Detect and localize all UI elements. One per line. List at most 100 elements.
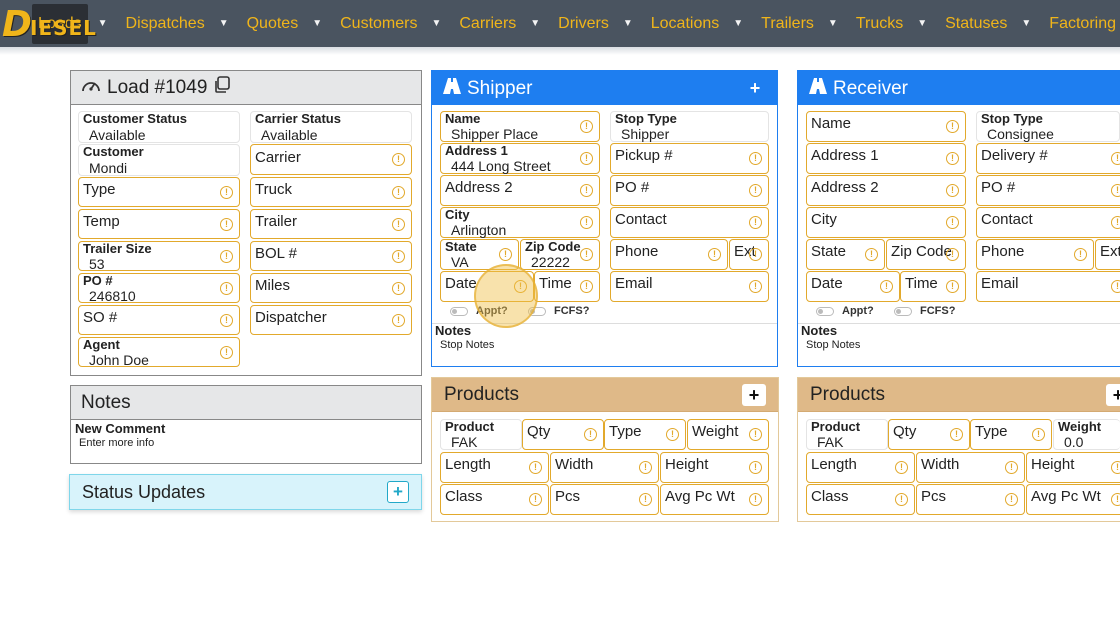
temp-field[interactable]: Temp ! bbox=[78, 209, 240, 239]
type-field[interactable]: Type ! bbox=[78, 177, 240, 207]
shipper-address1-field[interactable]: Address 1 444 Long Street ! bbox=[440, 143, 600, 174]
shipper-notes-input[interactable]: Stop Notes bbox=[440, 339, 494, 351]
info-icon[interactable]: ! bbox=[580, 216, 593, 229]
toggle-switch[interactable] bbox=[816, 306, 834, 316]
so-field[interactable]: SO # ! bbox=[78, 305, 240, 335]
info-icon[interactable]: ! bbox=[639, 461, 652, 474]
info-icon[interactable]: ! bbox=[584, 428, 597, 441]
info-icon[interactable]: ! bbox=[1111, 152, 1120, 165]
status-updates-card[interactable]: Status Updates + bbox=[69, 474, 422, 510]
info-icon[interactable]: ! bbox=[946, 216, 959, 229]
receiver-appt-toggle[interactable]: Appt? bbox=[816, 305, 874, 317]
info-icon[interactable]: ! bbox=[946, 280, 959, 293]
chevron-down-icon[interactable]: ▼ bbox=[98, 18, 108, 29]
customer-status-field[interactable]: Customer Status Available bbox=[78, 111, 240, 143]
nav-item-trucks[interactable]: Trucks ▼ bbox=[846, 0, 935, 47]
receiver-state-field[interactable]: State ! bbox=[806, 239, 885, 270]
info-icon[interactable]: ! bbox=[580, 152, 593, 165]
new-comment-input[interactable]: Enter more info bbox=[79, 437, 154, 449]
info-icon[interactable]: ! bbox=[895, 461, 908, 474]
shipper-name-field[interactable]: Name Shipper Place ! bbox=[440, 111, 600, 142]
info-icon[interactable]: ! bbox=[580, 184, 593, 197]
width-field[interactable]: Width ! bbox=[916, 452, 1025, 483]
info-icon[interactable]: ! bbox=[499, 248, 512, 261]
info-icon[interactable]: ! bbox=[529, 493, 542, 506]
receiver-address2-field[interactable]: Address 2 ! bbox=[806, 175, 966, 206]
weight-field[interactable]: Weight 0.0 bbox=[1053, 419, 1120, 450]
carrier-status-field[interactable]: Carrier Status Available bbox=[250, 111, 412, 143]
info-icon[interactable]: ! bbox=[1111, 493, 1120, 506]
add-product-button[interactable]: + bbox=[1106, 384, 1120, 406]
customer-field[interactable]: Customer Mondi bbox=[78, 144, 240, 176]
diesel-logo[interactable]: D IESEL bbox=[0, 0, 96, 47]
toggle-switch[interactable] bbox=[528, 306, 546, 316]
info-icon[interactable]: ! bbox=[220, 346, 233, 359]
shipper-address2-field[interactable]: Address 2 ! bbox=[440, 175, 600, 206]
info-icon[interactable]: ! bbox=[946, 152, 959, 165]
length-field[interactable]: Length ! bbox=[440, 452, 549, 483]
carrier-field[interactable]: Carrier ! bbox=[250, 144, 412, 175]
length-field[interactable]: Length ! bbox=[806, 452, 915, 483]
height-field[interactable]: Height ! bbox=[660, 452, 769, 483]
nav-item-statuses[interactable]: Statuses ▼ bbox=[935, 0, 1039, 47]
receiver-ext-field[interactable]: Ext bbox=[1095, 239, 1120, 270]
qty-field[interactable]: Qty ! bbox=[888, 419, 970, 450]
product-type-field[interactable]: Type ! bbox=[604, 419, 686, 450]
info-icon[interactable]: ! bbox=[895, 493, 908, 506]
shipper-phone-field[interactable]: Phone ! bbox=[610, 239, 728, 270]
nav-item-quotes[interactable]: Quotes ▼ bbox=[237, 0, 331, 47]
shipper-state-field[interactable]: State VA ! bbox=[440, 239, 519, 270]
info-icon[interactable]: ! bbox=[392, 186, 405, 199]
chevron-down-icon[interactable]: ▼ bbox=[733, 18, 743, 29]
chevron-down-icon[interactable]: ▼ bbox=[530, 18, 540, 29]
shipper-zip-field[interactable]: Zip Code 22222 ! bbox=[520, 239, 600, 270]
add-status-button[interactable]: + bbox=[387, 481, 409, 503]
dispatcher-field[interactable]: Dispatcher ! bbox=[250, 305, 412, 335]
shipper-fcfs-toggle[interactable]: FCFS? bbox=[528, 305, 589, 317]
info-icon[interactable]: ! bbox=[666, 428, 679, 441]
width-field[interactable]: Width ! bbox=[550, 452, 659, 483]
info-icon[interactable]: ! bbox=[639, 493, 652, 506]
add-shipper-button[interactable]: + bbox=[745, 78, 765, 98]
qty-field[interactable]: Qty ! bbox=[522, 419, 604, 450]
receiver-contact-field[interactable]: Contact ! bbox=[976, 207, 1120, 238]
info-icon[interactable]: ! bbox=[392, 282, 405, 295]
pcs-field[interactable]: Pcs ! bbox=[916, 484, 1025, 515]
info-icon[interactable]: ! bbox=[220, 186, 233, 199]
info-icon[interactable]: ! bbox=[950, 428, 963, 441]
info-icon[interactable]: ! bbox=[865, 248, 878, 261]
nav-item-carriers[interactable]: Carriers ▼ bbox=[449, 0, 548, 47]
info-icon[interactable]: ! bbox=[946, 248, 959, 261]
chevron-down-icon[interactable]: ▼ bbox=[1021, 18, 1031, 29]
truck-field[interactable]: Truck ! bbox=[250, 177, 412, 207]
info-icon[interactable]: ! bbox=[1074, 248, 1087, 261]
shipper-stop-type-field[interactable]: Stop Type Shipper bbox=[610, 111, 769, 142]
shipper-po-field[interactable]: PO # ! bbox=[610, 175, 769, 206]
info-icon[interactable]: ! bbox=[749, 216, 762, 229]
info-icon[interactable]: ! bbox=[220, 314, 233, 327]
nav-item-factoring[interactable]: Factoring bbox=[1039, 0, 1120, 47]
info-icon[interactable]: ! bbox=[1111, 184, 1120, 197]
info-icon[interactable]: ! bbox=[392, 153, 405, 166]
miles-field[interactable]: Miles ! bbox=[250, 273, 412, 303]
nav-item-drivers[interactable]: Drivers ▼ bbox=[548, 0, 641, 47]
chevron-down-icon[interactable]: ▼ bbox=[219, 18, 229, 29]
info-icon[interactable]: ! bbox=[1111, 280, 1120, 293]
nav-item-locations[interactable]: Locations ▼ bbox=[641, 0, 751, 47]
nav-item-trailers[interactable]: Trailers ▼ bbox=[751, 0, 846, 47]
info-icon[interactable]: ! bbox=[946, 184, 959, 197]
po-field[interactable]: PO # 246810 ! bbox=[78, 273, 240, 304]
class-field[interactable]: Class ! bbox=[806, 484, 915, 515]
receiver-zip-field[interactable]: Zip Code ! bbox=[886, 239, 966, 270]
receiver-date-field[interactable]: Date ! bbox=[806, 271, 900, 302]
receiver-po-field[interactable]: PO # ! bbox=[976, 175, 1120, 206]
info-icon[interactable]: ! bbox=[708, 248, 721, 261]
info-icon[interactable]: ! bbox=[749, 428, 762, 441]
shipper-pickup-field[interactable]: Pickup # ! bbox=[610, 143, 769, 174]
height-field[interactable]: Height ! bbox=[1026, 452, 1120, 483]
info-icon[interactable]: ! bbox=[1111, 216, 1120, 229]
info-icon[interactable]: ! bbox=[529, 461, 542, 474]
info-icon[interactable]: ! bbox=[580, 248, 593, 261]
pcs-field[interactable]: Pcs ! bbox=[550, 484, 659, 515]
nav-item-customers[interactable]: Customers ▼ bbox=[330, 0, 449, 47]
